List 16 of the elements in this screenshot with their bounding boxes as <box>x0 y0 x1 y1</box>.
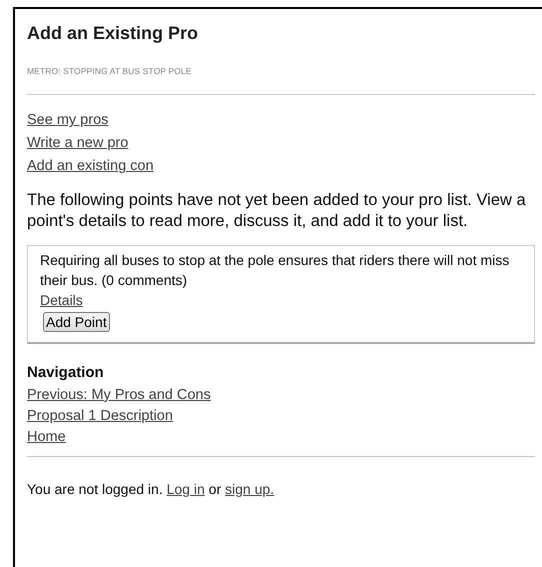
nav-link[interactable]: Home <box>27 426 66 448</box>
intro-text: The following points have not yet been added to your pro list. View a point's details to read more, discuss it, and add it to your list. <box>27 190 527 232</box>
details-link[interactable]: Details <box>40 292 83 308</box>
nav-link[interactable]: Write a new pro <box>27 132 128 156</box>
signup-link[interactable]: sign up. <box>225 480 274 497</box>
add-point-button[interactable]: Add Point <box>43 312 110 332</box>
point-text: Requiring all buses to stop at the pole ensures that riders there will not miss their bus. (0 comments) <box>40 251 510 290</box>
nav-link[interactable]: See my pros <box>27 109 108 132</box>
section-heading: Navigation <box>27 363 105 384</box>
login-status-text: You are not logged in. Log in or sign up. <box>27 480 276 499</box>
login-link[interactable]: Log in <box>166 480 205 497</box>
breadcrumb-text: METRO: STOPPING AT BUS STOP POLE <box>27 64 192 78</box>
nav-link[interactable]: Previous: My Pros and Cons <box>27 384 211 406</box>
page-title: Add an Existing Pro <box>27 23 200 45</box>
nav-link[interactable]: Proposal 1 Description <box>27 406 173 427</box>
nav-link[interactable]: Add an existing con <box>27 155 154 178</box>
